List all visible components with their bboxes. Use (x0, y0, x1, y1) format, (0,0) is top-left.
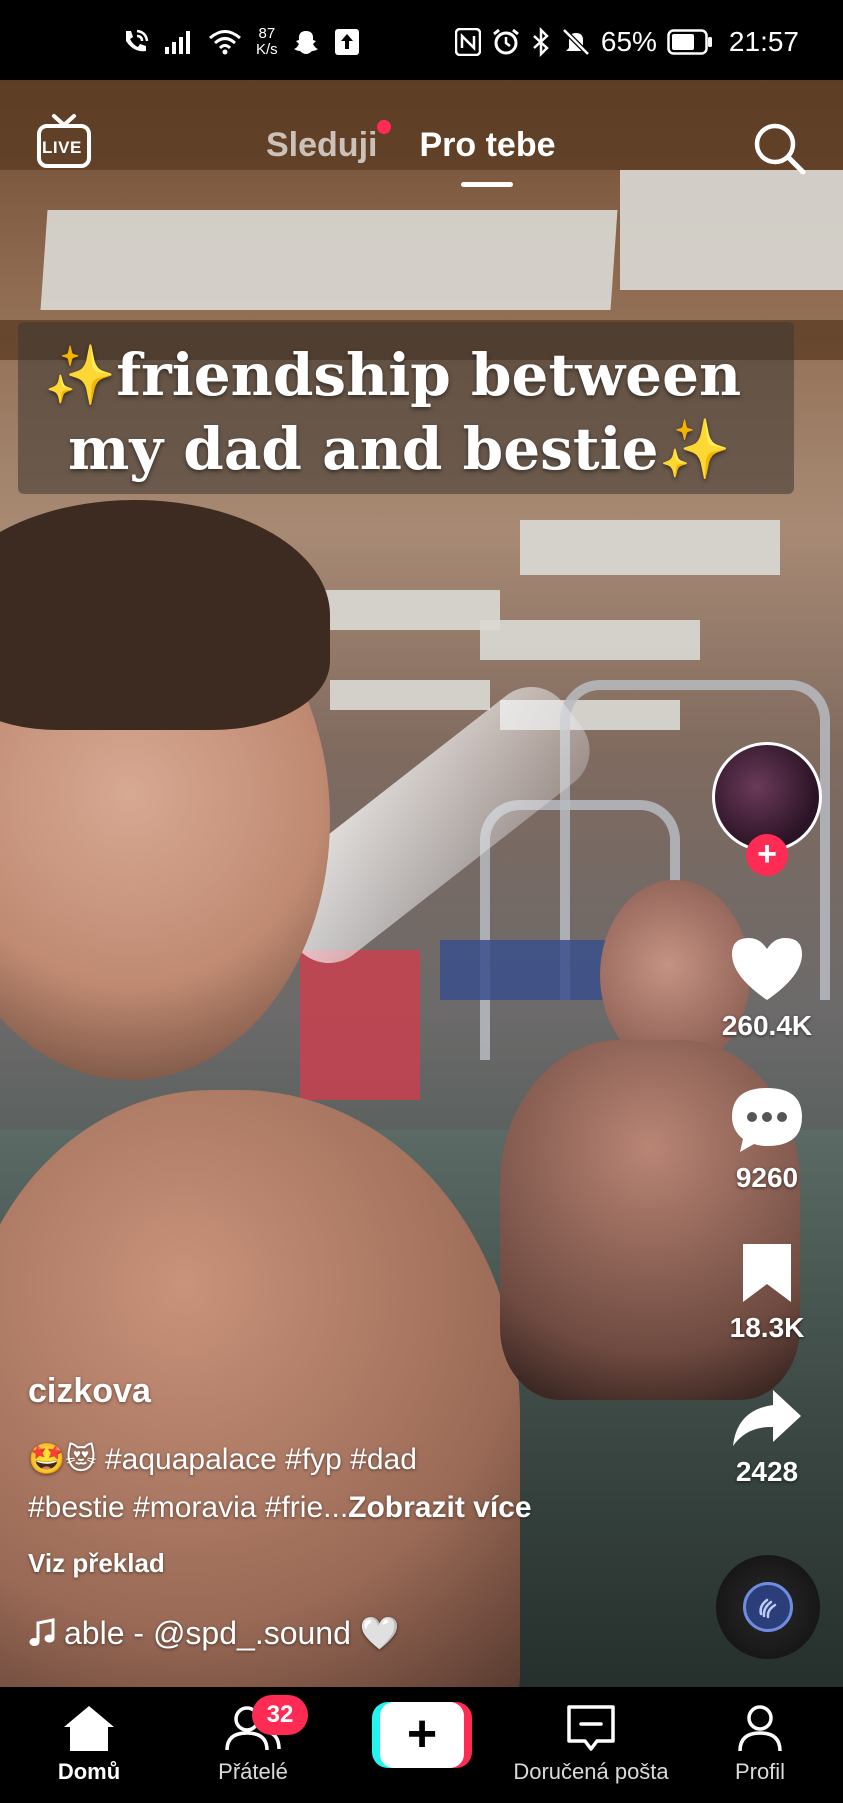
share-count: 2428 (735, 1456, 799, 1487)
nav-home-label: Domů (57, 1759, 121, 1784)
clock: 21:57 (728, 26, 799, 57)
sound-title: able - @spd_.sound 🤍 (64, 1615, 400, 1651)
share-button[interactable]: 2428 (704, 1386, 830, 1488)
nav-friends[interactable]: Přátelé 32 (196, 1687, 310, 1803)
description-hashtags-line-1[interactable]: #aquapalace #fyp #dad (105, 1443, 417, 1476)
tab-for-you[interactable]: Pro tebe (419, 126, 556, 187)
nfc-icon (454, 28, 481, 56)
snapchat-icon (292, 28, 320, 56)
sound-cover-icon (743, 1582, 793, 1632)
wifi-call-icon (120, 27, 150, 57)
overlay-caption-line-2: my dad and bestie✨ (68, 415, 731, 483)
profile-icon (738, 1705, 782, 1752)
nav-profile[interactable]: Profil (712, 1687, 808, 1803)
nav-home[interactable]: Domů (34, 1687, 144, 1803)
nav-inbox[interactable]: Doručená pošta (500, 1687, 682, 1803)
friends-notification-badge: 32 (252, 1695, 308, 1735)
tab-for-you-label: Pro tebe (419, 126, 556, 164)
ceiling-panel (40, 210, 618, 310)
net-speed-value: 87 (258, 25, 276, 42)
heart-icon (732, 938, 802, 1000)
ceiling-panel (330, 680, 490, 710)
description-hashtags-line-2[interactable]: #bestie #moravia #frie... (28, 1491, 348, 1524)
post-description[interactable]: 🤩😻 #aquapalace #fyp #dad #bestie #moravi… (28, 1436, 668, 1532)
cell-signal-icon (164, 29, 194, 55)
translate-link[interactable]: Viz překlad (28, 1548, 165, 1579)
bluetooth-icon (531, 27, 551, 57)
ceiling-panel (620, 170, 843, 290)
battery-percent: 65% (600, 26, 657, 57)
comment-button[interactable]: 9260 (704, 1084, 830, 1194)
status-bar: 87 K/s 65% 21:57 (0, 0, 843, 80)
alarm-icon (491, 27, 521, 57)
tab-following-label: Sleduji (266, 126, 378, 164)
see-more-link[interactable]: Zobrazit více (348, 1491, 531, 1524)
comment-icon (732, 1088, 802, 1152)
description-emoji: 🤩😻 (28, 1442, 97, 1477)
music-disc[interactable] (716, 1555, 820, 1659)
bottom-nav-bar: Domů Přátelé 32 + Doručená pošta Profil (0, 1687, 843, 1803)
background-banner (440, 940, 620, 1000)
live-label: LIVE (42, 138, 82, 157)
inbox-icon (567, 1705, 615, 1751)
net-speed: 87 K/s (256, 26, 278, 58)
like-button[interactable]: 260.4K (704, 934, 830, 1042)
sound-link[interactable]: able - @spd_.sound 🤍 (28, 1614, 400, 1652)
feed-tabs: Sleduji Pro tebe (266, 120, 556, 187)
mute-icon (561, 27, 591, 57)
save-button[interactable]: 18.3K (704, 1240, 830, 1344)
bookmark-icon (743, 1244, 791, 1302)
home-icon (64, 1706, 114, 1751)
like-count: 260.4K (721, 1010, 813, 1041)
create-button[interactable]: + (372, 1702, 472, 1768)
battery-icon (667, 29, 713, 55)
new-content-dot (377, 120, 392, 134)
follow-button[interactable]: + (746, 834, 788, 876)
upload-icon (334, 28, 360, 56)
overlay-caption-line-1: ✨friendship between (44, 341, 742, 409)
nav-friends-label: Přátelé (218, 1759, 288, 1784)
ceiling-panel (300, 590, 500, 630)
background-sign (300, 950, 420, 1100)
search-icon (754, 123, 806, 175)
live-button[interactable]: LIVE (36, 112, 92, 174)
net-speed-unit: K/s (256, 41, 278, 58)
creator-username[interactable]: cizkova (28, 1372, 151, 1411)
share-arrow-icon (733, 1390, 801, 1446)
search-button[interactable] (751, 120, 807, 176)
save-count: 18.3K (729, 1312, 805, 1343)
plus-icon: + (380, 1702, 464, 1768)
comment-count: 9260 (735, 1162, 799, 1193)
ceiling-panel (520, 520, 780, 575)
wifi-icon (208, 28, 242, 56)
nav-inbox-label: Doručená pošta (513, 1759, 669, 1784)
person-hair (0, 500, 330, 730)
video-text-overlay: ✨friendship between my dad and bestie✨ (44, 338, 804, 486)
ceiling-panel (480, 620, 700, 660)
active-tab-indicator (461, 182, 514, 187)
nav-profile-label: Profil (734, 1759, 786, 1784)
music-note-icon (29, 1618, 55, 1646)
tab-following[interactable]: Sleduji (266, 120, 392, 165)
